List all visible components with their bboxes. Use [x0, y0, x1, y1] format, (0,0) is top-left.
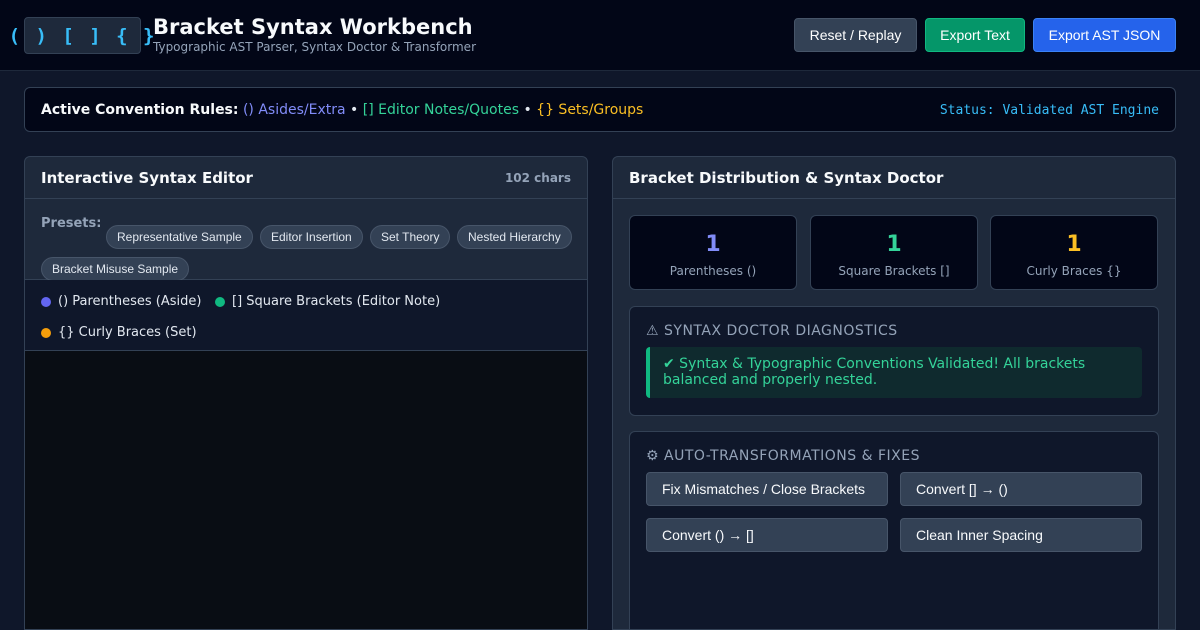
doctor-panel-title: Bracket Distribution & Syntax Doctor	[629, 169, 944, 187]
reset-replay-button[interactable]: Reset / Replay	[794, 18, 917, 52]
rule-separator: •	[350, 102, 359, 118]
counter-label: Parentheses ()	[669, 264, 757, 278]
convert-square-to-paren-button[interactable]: Convert [] → ()	[900, 472, 1142, 506]
syntax-editor-panel: Interactive Syntax Editor 102 chars Pres…	[24, 156, 588, 630]
fix-mismatches-button[interactable]: Fix Mismatches / Close Brackets	[646, 472, 888, 506]
export-ast-json-button[interactable]: Export AST JSON	[1033, 18, 1176, 52]
export-text-button[interactable]: Export Text	[925, 18, 1025, 52]
preset-editor-insertion[interactable]: Editor Insertion	[260, 225, 363, 249]
counter-parentheses: 1 Parentheses ()	[629, 215, 797, 290]
convert-paren-to-square-button[interactable]: Convert () → []	[646, 518, 888, 552]
char-count: 102 chars	[504, 171, 571, 185]
rule-parentheses: () Asides/Extra	[242, 102, 346, 118]
counter-square-brackets: 1 Square Brackets []	[810, 215, 978, 290]
doctor-panel-header: Bracket Distribution & Syntax Doctor	[613, 157, 1175, 199]
preset-bracket-misuse-sample[interactable]: Bracket Misuse Sample	[41, 257, 190, 281]
syntax-editor-area[interactable]	[25, 351, 587, 629]
legend-item-parentheses: () Parentheses (Aside)	[41, 294, 201, 309]
bracket-legend: () Parentheses (Aside) [] Square Bracket…	[25, 280, 587, 351]
counter-value: 1	[1066, 232, 1082, 257]
rules-label: Active Convention Rules:	[41, 102, 239, 118]
legend-label: () Parentheses (Aside)	[58, 294, 202, 309]
legend-dot-square-brackets	[215, 296, 225, 307]
app-subtitle: Typographic AST Parser, Syntax Doctor & …	[153, 40, 476, 54]
counter-value: 1	[705, 232, 721, 257]
rule-square-brackets: [] Editor Notes/Quotes	[362, 102, 519, 118]
transformations-card: ⚙ AUTO-TRANSFORMATIONS & FIXES Fix Misma…	[629, 431, 1159, 629]
preset-nested-hierarchy[interactable]: Nested Hierarchy	[457, 225, 572, 249]
presets-label: Presets:	[41, 216, 102, 231]
counter-curly-braces: 1 Curly Braces {}	[990, 215, 1158, 290]
preset-representative-sample[interactable]: Representative Sample	[106, 225, 253, 249]
diagnostics-message: ✔ Syntax & Typographic Conventions Valid…	[646, 347, 1142, 398]
counter-label: Square Brackets []	[838, 264, 950, 278]
editor-panel-title: Interactive Syntax Editor	[41, 169, 253, 187]
diagnostics-card: ⚠ SYNTAX DOCTOR DIAGNOSTICS ✔ Syntax & T…	[629, 306, 1159, 416]
convention-rules-bar: Active Convention Rules: () Asides/Extra…	[24, 87, 1176, 132]
rule-separator: •	[523, 102, 532, 118]
legend-label: [] Square Brackets (Editor Note)	[232, 294, 441, 309]
editor-panel-header: Interactive Syntax Editor 102 chars	[25, 157, 587, 199]
legend-dot-parentheses	[41, 296, 51, 307]
app-title: Bracket Syntax Workbench	[153, 15, 473, 39]
app-logo: ( ) [ ] { }	[9, 17, 154, 54]
legend-dot-curly-braces	[41, 327, 51, 338]
legend-item-curly-braces: {} Curly Braces (Set)	[41, 325, 197, 340]
syntax-doctor-panel: Bracket Distribution & Syntax Doctor 1 P…	[612, 156, 1176, 630]
presets-bar: Presets: Representative Sample Editor In…	[25, 199, 587, 281]
diagnostics-heading: ⚠ SYNTAX DOCTOR DIAGNOSTICS	[646, 323, 898, 339]
engine-status: Status: Validated AST Engine	[939, 103, 1159, 118]
rule-curly-braces: {} Sets/Groups	[536, 102, 644, 118]
app-header: ( ) [ ] { } Bracket Syntax Workbench Typ…	[0, 0, 1200, 71]
counter-value: 1	[886, 232, 902, 257]
legend-label: {} Curly Braces (Set)	[58, 325, 197, 340]
clean-inner-spacing-button[interactable]: Clean Inner Spacing	[900, 518, 1142, 552]
preset-set-theory[interactable]: Set Theory	[370, 225, 451, 249]
legend-item-square-brackets: [] Square Brackets (Editor Note)	[215, 294, 440, 309]
rules-line: Active Convention Rules: () Asides/Extra…	[41, 102, 643, 118]
transformations-heading: ⚙ AUTO-TRANSFORMATIONS & FIXES	[646, 448, 920, 464]
counter-label: Curly Braces {}	[1026, 264, 1122, 278]
